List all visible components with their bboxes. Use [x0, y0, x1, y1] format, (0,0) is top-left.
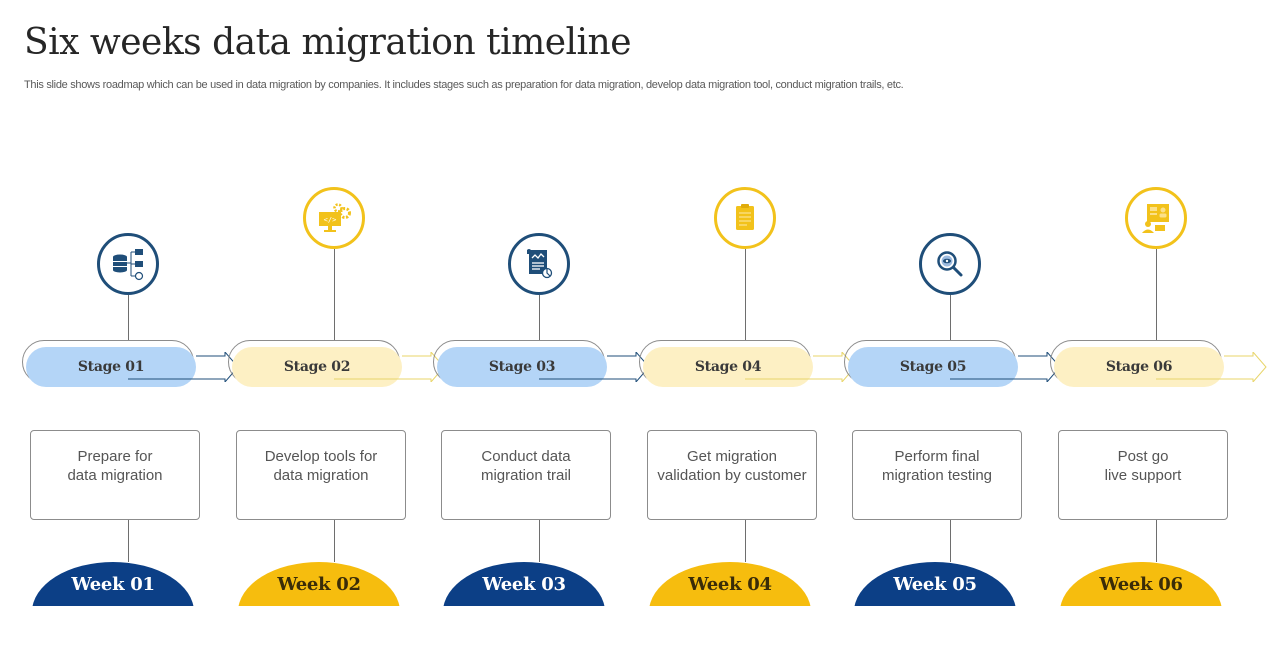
- stage-icon-circle: [919, 233, 981, 295]
- connector-line: [745, 518, 746, 562]
- stage-description-box: Post go live support: [1058, 430, 1228, 520]
- stage-description: Develop tools for data migration: [264, 448, 378, 484]
- connector-line: [334, 249, 335, 340]
- stage-description-box: Conduct data migration trail: [441, 430, 611, 520]
- stage-icon-circle: [1125, 187, 1187, 249]
- stage-description: Get migration validation by customer: [657, 448, 807, 484]
- connector-line: [539, 518, 540, 562]
- timeline-stage-4: Stage 04 Get migration validation by cus…: [639, 0, 856, 660]
- stage-icon-circle: [508, 233, 570, 295]
- monitor-code-gears-icon: </>: [316, 200, 352, 236]
- stage-icon-circle: [97, 233, 159, 295]
- connector-line: [950, 295, 951, 340]
- timeline-stage-2: </> Stage 02 Develop tools for data migr…: [228, 0, 445, 660]
- week-badge: Week 01: [32, 562, 194, 606]
- timeline-stage-6: Stage 06 Post go live support Week 06: [1050, 0, 1267, 660]
- support-dashboard-icon: [1138, 200, 1174, 236]
- stage-description: Post go live support: [1104, 448, 1182, 484]
- timeline-stage-1: Stage 01 Prepare for data migration Week…: [22, 0, 239, 660]
- connector-line: [1156, 518, 1157, 562]
- stage-icon-circle: [714, 187, 776, 249]
- stage-description-box: Develop tools for data migration: [236, 430, 406, 520]
- database-hierarchy-icon: [110, 246, 146, 282]
- stage-description-box: Prepare for data migration: [30, 430, 200, 520]
- stage-description-box: Perform final migration testing: [852, 430, 1022, 520]
- arrow-right-icon: [1156, 352, 1267, 382]
- week-label: Week 04: [688, 574, 772, 595]
- connector-line: [539, 295, 540, 340]
- magnifier-eye-icon: [932, 246, 968, 282]
- week-label: Week 03: [482, 574, 566, 595]
- timeline-stage-3: Stage 03 Conduct data migration trail We…: [433, 0, 650, 660]
- week-badge: Week 04: [649, 562, 811, 606]
- stage-icon-circle: </>: [303, 187, 365, 249]
- timeline-stage-5: Stage 05 Perform final migration testing…: [844, 0, 1061, 660]
- week-label: Week 01: [71, 574, 155, 595]
- connector-line: [1156, 249, 1157, 340]
- stage-description-box: Get migration validation by customer: [647, 430, 817, 520]
- svg-text:</>: </>: [324, 216, 337, 224]
- week-badge: Week 05: [854, 562, 1016, 606]
- stage-description: Perform final migration testing: [881, 448, 993, 484]
- connector-line: [950, 518, 951, 562]
- connector-line: [745, 249, 746, 340]
- week-badge: Week 02: [238, 562, 400, 606]
- week-label: Week 02: [277, 574, 361, 595]
- stage-description: Conduct data migration trail: [480, 448, 572, 484]
- week-label: Week 06: [1099, 574, 1183, 595]
- week-badge: Week 06: [1060, 562, 1222, 606]
- week-label: Week 05: [893, 574, 977, 595]
- document-chart-icon: [521, 246, 557, 282]
- connector-line: [334, 518, 335, 562]
- connector-line: [128, 518, 129, 562]
- stage-description: Prepare for data migration: [67, 448, 163, 484]
- clipboard-icon: [727, 200, 763, 236]
- connector-line: [128, 295, 129, 340]
- week-badge: Week 03: [443, 562, 605, 606]
